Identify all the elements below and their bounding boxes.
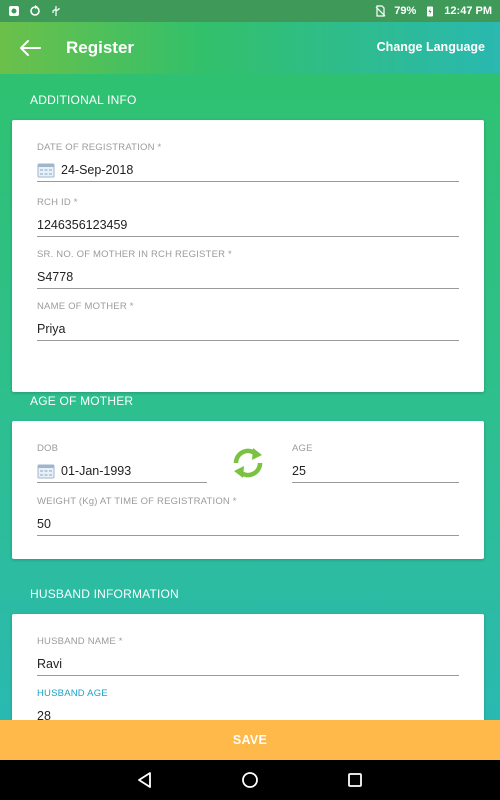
weight-value: 50: [37, 516, 51, 531]
battery-percentage: 79%: [394, 5, 417, 17]
nav-back-icon[interactable]: [135, 770, 155, 790]
husband-name-field[interactable]: HUSBAND NAME * Ravi: [37, 636, 459, 676]
dob-label: DOB: [37, 443, 59, 454]
rch-id-label: RCH ID *: [37, 197, 78, 208]
husband-age-label: HUSBAND AGE: [37, 688, 108, 699]
change-language-button[interactable]: Change Language: [377, 40, 485, 54]
dob-value: 01-Jan-1993: [61, 463, 132, 478]
nav-home-icon[interactable]: [240, 770, 260, 790]
husband-name-label: HUSBAND NAME *: [37, 636, 123, 647]
dob-field[interactable]: DOB 01-Jan-1993: [37, 443, 207, 483]
navigation-bar: [0, 760, 500, 800]
clock: 12:47 PM: [444, 5, 492, 17]
section-title-husband-info: HUSBAND INFORMATION: [30, 587, 179, 601]
sr-no-field[interactable]: SR. NO. OF MOTHER IN RCH REGISTER * S477…: [37, 249, 459, 289]
date-of-registration-field[interactable]: DATE OF REGISTRATION * 24-Sep-2018: [37, 142, 459, 182]
name-of-mother-field[interactable]: NAME OF MOTHER * Priya: [37, 301, 459, 341]
nav-recents-icon[interactable]: [345, 770, 365, 790]
husband-info-card: HUSBAND NAME * Ravi HUSBAND AGE 28: [12, 614, 484, 720]
page-title: Register: [66, 38, 135, 57]
date-of-registration-label: DATE OF REGISTRATION *: [37, 142, 162, 153]
age-value: 25: [292, 463, 306, 478]
form-content[interactable]: ADDITIONAL INFO DATE OF REGISTRATION * 2…: [0, 74, 500, 720]
sr-no-label: SR. NO. OF MOTHER IN RCH REGISTER *: [37, 249, 232, 260]
sync-notification-icon: [30, 5, 40, 16]
no-sim-icon: [375, 5, 386, 17]
shield-notification-icon: [9, 6, 19, 16]
status-bar: 79% 12:47 PM: [0, 0, 500, 22]
husband-age-field[interactable]: HUSBAND AGE 28: [37, 688, 459, 720]
rch-id-field[interactable]: RCH ID * 1246356123459: [37, 197, 459, 237]
calendar-icon[interactable]: [37, 463, 55, 479]
sr-no-value: S4778: [37, 269, 74, 284]
husband-age-value: 28: [37, 708, 51, 721]
age-field[interactable]: AGE 25: [292, 443, 459, 483]
age-label: AGE: [292, 443, 313, 454]
section-title-additional-info: ADDITIONAL INFO: [30, 93, 137, 107]
husband-name-value: Ravi: [37, 656, 63, 671]
refresh-icon[interactable]: [228, 443, 268, 483]
age-of-mother-card: DOB 01-Jan-1993 AGE 25 WEIGHT (Kg) AT TI…: [12, 421, 484, 559]
rch-id-value: 1246356123459: [37, 217, 128, 232]
battery-charging-icon: [427, 6, 434, 17]
date-of-registration-value: 24-Sep-2018: [61, 162, 134, 177]
name-of-mother-value: Priya: [37, 321, 66, 336]
usb-icon: [52, 6, 60, 16]
name-of-mother-label: NAME OF MOTHER *: [37, 301, 134, 312]
section-title-age-of-mother: AGE OF MOTHER: [30, 394, 134, 408]
save-button[interactable]: SAVE: [0, 720, 500, 760]
weight-field[interactable]: WEIGHT (Kg) AT TIME OF REGISTRATION * 50: [37, 496, 459, 536]
app-bar: Register Change Language: [0, 22, 500, 74]
additional-info-card: DATE OF REGISTRATION * 24-Sep-2018 RCH I…: [12, 120, 484, 392]
calendar-icon[interactable]: [37, 162, 55, 178]
weight-label: WEIGHT (Kg) AT TIME OF REGISTRATION *: [37, 496, 237, 507]
back-arrow-icon[interactable]: [18, 37, 42, 59]
